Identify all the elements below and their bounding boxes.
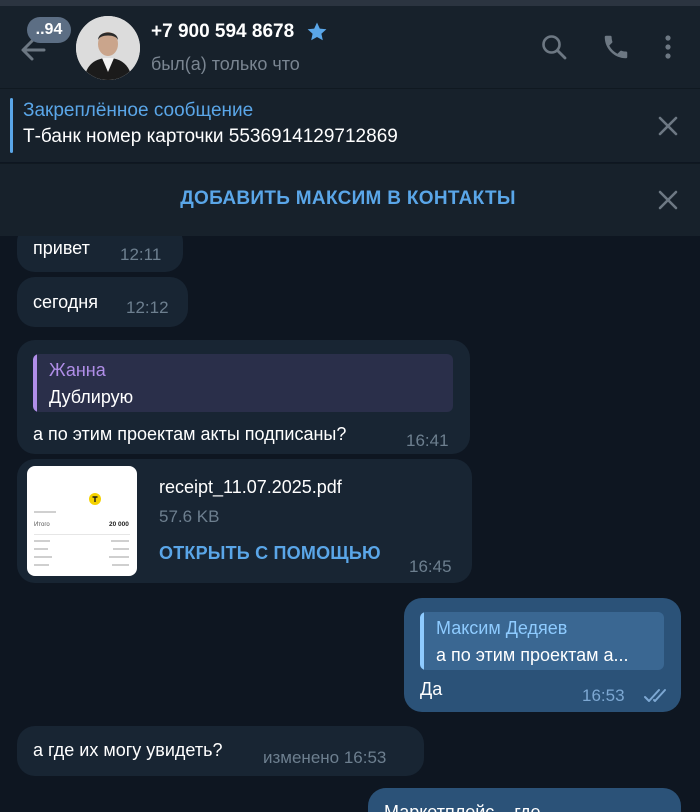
unread-count-badge: ..94 (27, 17, 71, 43)
open-with-button[interactable]: ОТКРЫТЬ С ПОМОЩЬЮ (159, 543, 381, 564)
message-time: 16:45 (409, 557, 452, 576)
call-button[interactable] (601, 32, 631, 62)
outgoing-message-bubble[interactable]: Максим Дедяев а по этим проектам а... Да… (404, 598, 681, 712)
message-text: а где их могу увидеть? (33, 740, 223, 760)
pinned-accent-bar (10, 98, 13, 153)
message-bubble[interactable]: сегодня 12:12 (17, 277, 188, 327)
receipt-preview: Итого 20 000 (34, 493, 130, 566)
receipt-total-amount: 20 000 (109, 521, 129, 528)
reply-quote[interactable]: Жанна Дублирую (33, 354, 453, 412)
message-edited-time: изменено 16:53 (263, 748, 387, 767)
contact-name[interactable]: +7 900 594 8678 (151, 21, 294, 43)
message-time: 16:53 (582, 686, 625, 705)
reply-author: Максим Дедяев (436, 618, 568, 638)
search-icon (542, 35, 567, 60)
pinned-title: Закреплённое сообщение (23, 100, 254, 121)
reply-accent-bar (33, 354, 37, 412)
file-message-bubble[interactable]: Итого 20 000 receipt_11.07.2025.pdf 57.6… (17, 459, 472, 583)
message-time: 12:12 (126, 298, 169, 317)
pinned-message-bar[interactable]: Закреплённое сообщение Т-банк номер карт… (0, 88, 700, 162)
file-name[interactable]: receipt_11.07.2025.pdf (159, 477, 342, 498)
avatar-photo (76, 16, 140, 80)
reply-author: Жанна (49, 360, 106, 380)
message-time: 16:41 (406, 431, 449, 450)
avatar[interactable] (76, 16, 140, 80)
message-time: 12:11 (120, 245, 162, 264)
star-icon (306, 21, 328, 43)
file-thumbnail[interactable]: Итого 20 000 (27, 466, 137, 576)
reply-text: а по этим проектам а... (436, 645, 629, 665)
message-text: Маркетплейс – где (384, 802, 541, 812)
pinned-text: Т-банк номер карточки 5536914129712869 (23, 126, 398, 147)
outgoing-message-bubble[interactable]: Маркетплейс – где (368, 788, 681, 812)
dismiss-add-contact-button[interactable] (655, 187, 681, 213)
message-text: Да (420, 679, 443, 699)
chat-header: ..94 +7 900 594 8678 был(а) только что (0, 6, 700, 88)
message-list[interactable]: привет 12:11 сегодня 12:12 Жанна Дублиру… (0, 236, 700, 812)
close-icon (658, 190, 678, 210)
message-bubble[interactable]: Жанна Дублирую а по этим проектам акты п… (17, 340, 470, 454)
message-text: а по этим проектам акты подписаны? (33, 424, 347, 444)
contact-status: был(а) только что (151, 54, 300, 74)
receipt-total-label: Итого (34, 522, 50, 528)
message-text: сегодня (33, 292, 98, 312)
phone-icon (604, 35, 628, 59)
add-contact-bar: ДОБАВИТЬ МАКСИМ В КОНТАКТЫ (0, 163, 700, 236)
add-contact-button[interactable]: ДОБАВИТЬ МАКСИМ В КОНТАКТЫ (0, 188, 696, 210)
unpin-button[interactable] (655, 113, 681, 139)
file-size: 57.6 KB (159, 507, 220, 526)
message-bubble[interactable]: привет 12:11 (17, 236, 183, 272)
reply-quote[interactable]: Максим Дедяев а по этим проектам а... (420, 612, 664, 670)
reply-accent-bar (420, 612, 424, 670)
message-text: привет (33, 238, 90, 258)
reply-text: Дублирую (49, 387, 134, 407)
close-icon (658, 116, 678, 136)
message-bubble[interactable]: а где их могу увидеть? изменено 16:53 (17, 726, 424, 776)
search-button[interactable] (539, 32, 569, 62)
read-double-check-icon (644, 689, 666, 702)
more-vertical-icon (665, 35, 671, 59)
more-menu-button[interactable] (653, 32, 683, 62)
